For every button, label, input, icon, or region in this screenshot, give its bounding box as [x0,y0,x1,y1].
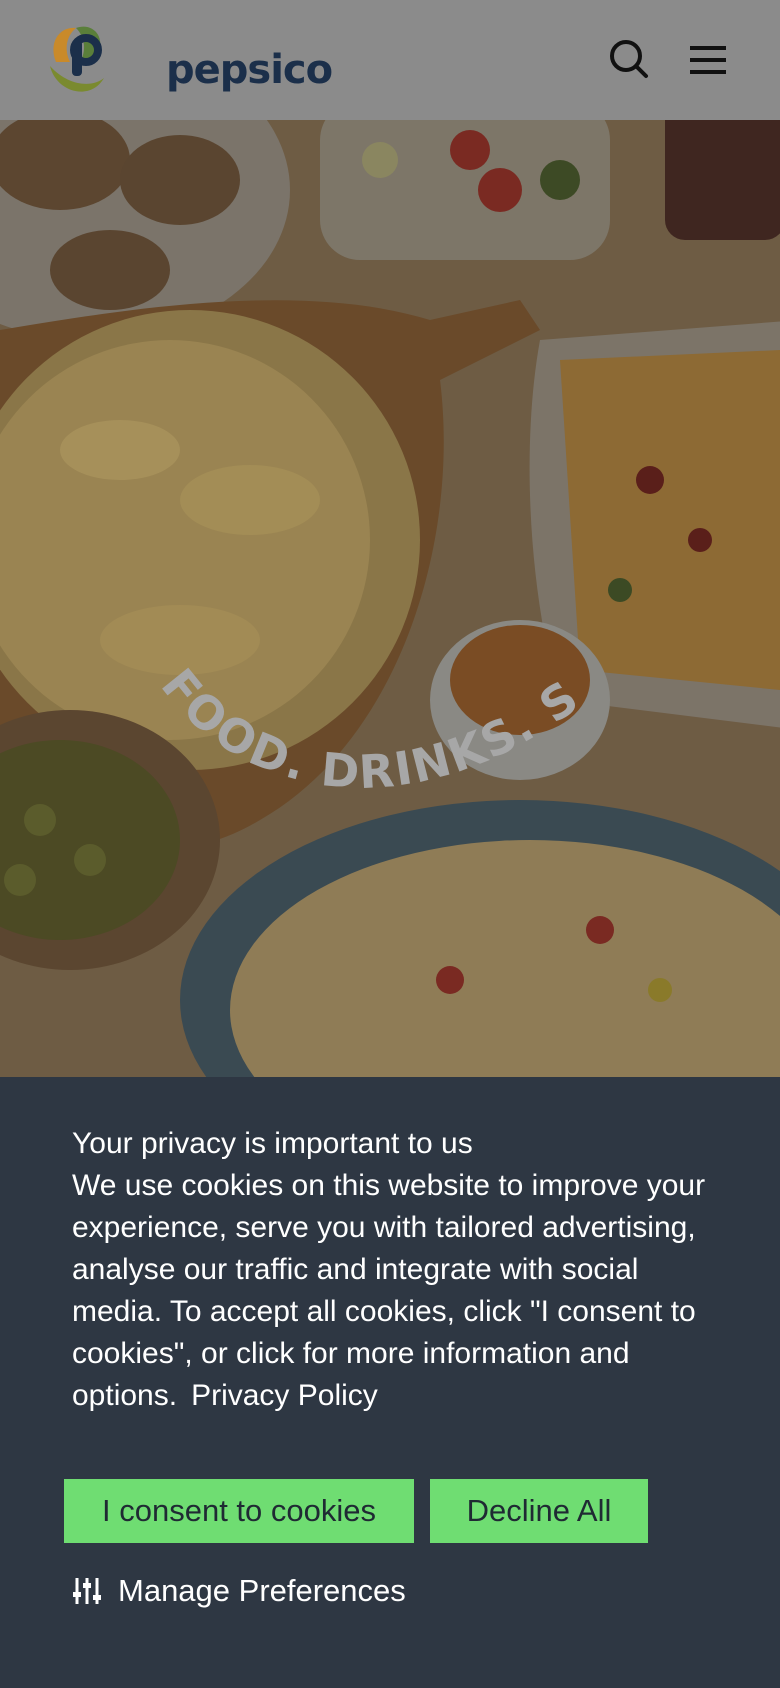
menu-button[interactable] [684,36,732,84]
search-icon [610,40,648,78]
sliders-icon [73,1578,101,1604]
cookie-message: Your privacy is important to us We use c… [72,1123,722,1417]
hamburger-menu-icon [690,46,726,74]
pepsico-logo[interactable]: pepsico [46,22,333,98]
cookie-title: Your privacy is important to us [72,1127,473,1160]
privacy-policy-link[interactable]: Privacy Policy [191,1379,378,1412]
pepsico-logo-mark [50,26,104,92]
decline-all-button[interactable]: Decline All [430,1479,648,1543]
manage-preferences-button[interactable]: Manage Preferences [72,1569,406,1613]
site-header: pepsico [0,0,780,120]
food-spread-illustration: FOOD. DRINKS. SMILES. [0,120,780,1077]
search-button[interactable] [604,36,652,84]
manage-preferences-label: Manage Preferences [118,1573,406,1608]
cookie-consent-banner: Your privacy is important to us We use c… [0,1077,780,1688]
hero-image: FOOD. DRINKS. SMILES. [0,120,780,1077]
consent-button[interactable]: I consent to cookies [64,1479,414,1543]
cookie-body: We use cookies on this website to improv… [72,1169,706,1412]
logo-wordmark: pepsico [166,47,333,93]
